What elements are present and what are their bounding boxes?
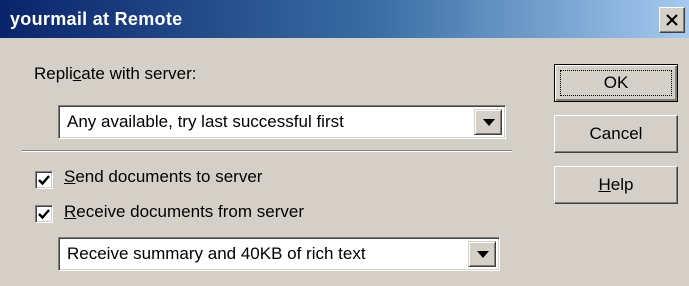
ok-button[interactable]: OK	[554, 64, 678, 102]
cancel-button[interactable]: Cancel	[554, 115, 678, 153]
replicate-server-select[interactable]: Any available, try last successful first	[58, 105, 506, 139]
send-documents-checkbox[interactable]	[35, 171, 53, 189]
receive-option-dropdown-button[interactable]	[468, 241, 496, 267]
receive-option-select[interactable]: Receive summary and 40KB of rich text	[58, 237, 500, 271]
replication-dialog: yourmail at Remote Replicate with server…	[0, 0, 689, 286]
replicate-server-value: Any available, try last successful first	[67, 112, 344, 131]
chevron-down-icon	[477, 251, 489, 258]
chevron-down-icon	[483, 119, 495, 126]
help-button[interactable]: Help	[554, 166, 678, 204]
title-bar[interactable]: yourmail at Remote	[0, 0, 689, 40]
send-documents-label[interactable]: Send documents to server	[64, 167, 262, 187]
replicate-with-server-label: Replicate with server:	[34, 64, 197, 83]
close-button[interactable]	[659, 7, 685, 33]
receive-documents-label[interactable]: Receive documents from server	[64, 202, 304, 222]
checkmark-icon	[38, 175, 50, 186]
section-divider	[22, 150, 512, 152]
receive-documents-checkbox[interactable]	[35, 205, 53, 223]
focus-rectangle	[560, 70, 672, 96]
checkmark-icon	[38, 209, 50, 220]
replicate-server-dropdown-button[interactable]	[474, 109, 502, 135]
close-icon	[666, 14, 678, 26]
window-title: yourmail at Remote	[10, 9, 183, 29]
receive-option-value: Receive summary and 40KB of rich text	[67, 244, 366, 263]
